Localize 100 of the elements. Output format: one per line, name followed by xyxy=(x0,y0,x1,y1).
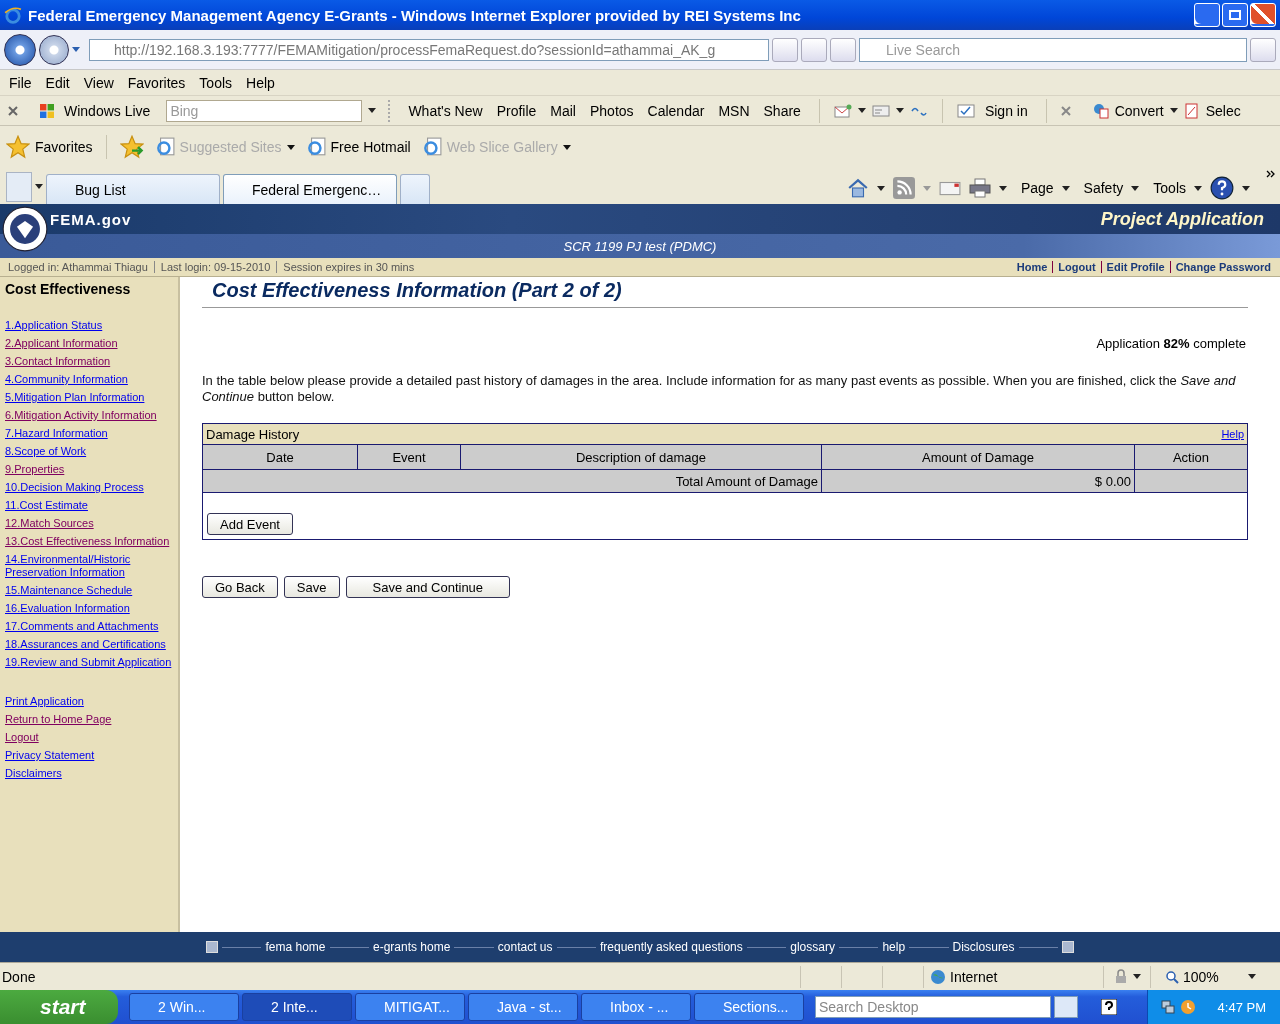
menu-item[interactable]: Edit xyxy=(38,74,77,91)
footer-link[interactable]: e-grants home xyxy=(372,940,451,954)
sidebar-link[interactable]: 14.Environmental/Historic Preservation Information xyxy=(5,553,178,579)
sidebar-link[interactable]: 18.Assurances and Certifications xyxy=(5,638,178,651)
web-page-icon[interactable] xyxy=(305,137,326,157)
forward-button[interactable] xyxy=(39,34,69,65)
home-icon[interactable] xyxy=(846,177,869,199)
search-field[interactable]: Live Search xyxy=(859,37,1247,62)
favorites-button[interactable]: Favorites xyxy=(35,139,93,155)
header-link[interactable]: Edit Profile xyxy=(1100,261,1170,273)
form-button[interactable]: Go Back xyxy=(202,576,278,598)
form-button[interactable]: Save and Continue xyxy=(345,576,511,598)
caret-icon[interactable] xyxy=(1061,185,1070,191)
windows-flag-icon[interactable] xyxy=(40,103,54,118)
toolbar-link[interactable]: Profile xyxy=(492,102,541,119)
zoom-level[interactable]: 100% xyxy=(1183,968,1219,985)
header-link[interactable]: Home xyxy=(1011,261,1053,273)
globe-document-icon[interactable] xyxy=(1092,102,1109,119)
sidebar-link[interactable]: 6.Mitigation Activity Information xyxy=(5,409,178,422)
back-button[interactable] xyxy=(4,33,36,66)
sidebar-link[interactable]: 16.Evaluation Information xyxy=(5,602,178,615)
menu-item[interactable]: View xyxy=(76,74,121,91)
toolbar-link[interactable]: Share xyxy=(759,102,805,119)
help-icon[interactable] xyxy=(1101,999,1117,1015)
menu-item[interactable]: Favorites xyxy=(120,74,193,91)
document-icon[interactable] xyxy=(1183,102,1200,119)
close-icon[interactable] xyxy=(8,105,18,116)
help-link[interactable]: Help xyxy=(1221,428,1244,440)
bing-search-field[interactable]: Bing xyxy=(166,99,363,122)
sidebar-link[interactable]: 4.Community Information xyxy=(5,373,178,386)
clock-icon[interactable] xyxy=(1179,999,1196,1015)
sidebar-link[interactable]: 2.Applicant Information xyxy=(5,337,178,350)
header-link[interactable]: Logout xyxy=(1052,261,1101,273)
sidebar-link[interactable]: Return to Home Page xyxy=(5,713,178,726)
sidebar-link[interactable]: 3.Contact Information xyxy=(5,355,178,368)
minimize-button[interactable] xyxy=(1194,3,1220,27)
caret-icon[interactable] xyxy=(368,108,377,113)
menu-item[interactable]: Help xyxy=(239,74,282,91)
caret-icon[interactable] xyxy=(895,108,904,113)
caret-icon[interactable] xyxy=(1242,185,1250,191)
caret-icon[interactable] xyxy=(857,108,866,113)
browser-tab[interactable]: Federal Emergenc… xyxy=(223,174,397,204)
toolbar-link[interactable]: Photos xyxy=(586,102,638,119)
checklist-icon[interactable] xyxy=(956,102,975,119)
favorites-link[interactable]: Free Hotmail xyxy=(330,139,411,155)
more-chevron-icon[interactable] xyxy=(1266,170,1276,178)
caret-icon[interactable] xyxy=(35,183,43,189)
rss-feed-icon[interactable] xyxy=(892,177,915,199)
taskbar-button[interactable]: 2 Inte... xyxy=(242,993,352,1021)
sidebar-link[interactable]: 19.Review and Submit Application xyxy=(5,656,178,669)
restore-button[interactable] xyxy=(1222,3,1248,27)
caret-icon[interactable] xyxy=(1133,974,1141,979)
toolbar-link[interactable]: MSN xyxy=(714,102,754,119)
envelope-icon[interactable] xyxy=(833,102,852,119)
windows-live-link[interactable]: Windows Live xyxy=(60,102,155,119)
sidebar-link[interactable]: 1.Application Status xyxy=(5,319,178,332)
address-field[interactable]: http://192.168.3.193:7777/FEMAMitigation/processFemaRequest.do?sessionId=athammai_AK_g xyxy=(89,38,769,61)
form-button[interactable]: Save xyxy=(283,576,340,598)
sign-in-link[interactable]: Sign in xyxy=(980,102,1032,119)
taskbar-button[interactable]: Inbox - ... xyxy=(581,993,691,1021)
menu-item[interactable]: File xyxy=(2,74,39,91)
footer-link[interactable]: contact us xyxy=(497,940,553,954)
sidebar-link[interactable]: 13.Cost Effectiveness Information xyxy=(5,535,178,548)
web-page-icon[interactable] xyxy=(154,137,175,157)
zoom-icon[interactable] xyxy=(1165,969,1179,984)
toolbar-link[interactable]: Calendar xyxy=(643,102,709,119)
header-link[interactable]: Change Password xyxy=(1169,261,1276,273)
sidebar-link[interactable]: 11.Cost Estimate xyxy=(5,499,178,512)
footer-link[interactable]: fema home xyxy=(265,940,326,954)
command-menu[interactable]: Tools xyxy=(1153,180,1186,196)
sidebar-link[interactable]: 10.Decision Making Process xyxy=(5,481,178,494)
sidebar-link[interactable]: Disclaimers xyxy=(5,767,178,780)
taskbar-button[interactable]: Sections... xyxy=(694,993,804,1021)
sidebar-link[interactable]: 17.Comments and Attachments xyxy=(5,620,178,633)
convert-button[interactable]: Convert xyxy=(1114,102,1164,119)
command-menu[interactable]: Safety xyxy=(1083,180,1124,196)
desktop-search-field[interactable]: Search Desktop xyxy=(815,996,1051,1018)
help-icon[interactable] xyxy=(1210,176,1234,200)
sidebar-link[interactable]: 12.Match Sources xyxy=(5,517,178,530)
web-page-icon[interactable] xyxy=(421,137,442,157)
footer-link[interactable]: help xyxy=(882,940,906,954)
footer-link[interactable]: frequently asked questions xyxy=(600,940,743,954)
sidebar-link[interactable]: 7.Hazard Information xyxy=(5,427,178,440)
caret-icon[interactable] xyxy=(876,185,885,191)
sidebar-link[interactable]: 15.Maintenance Schedule xyxy=(5,584,178,597)
command-menu[interactable]: Page xyxy=(1020,180,1054,196)
close-icon[interactable] xyxy=(1060,105,1071,116)
add-event-button[interactable]: Add Event xyxy=(207,513,293,535)
browser-tab[interactable]: Bug List xyxy=(46,174,220,204)
sidebar-link[interactable]: Print Application xyxy=(5,695,178,708)
taskbar-button[interactable]: Java - st... xyxy=(468,993,578,1021)
toolbar-link[interactable]: Mail xyxy=(546,102,580,119)
caret-icon[interactable] xyxy=(1169,108,1178,113)
star-icon[interactable] xyxy=(6,135,30,159)
sidebar-link[interactable]: 8.Scope of Work xyxy=(5,445,178,458)
print-icon[interactable] xyxy=(968,177,991,199)
caret-icon[interactable] xyxy=(1248,974,1256,979)
taskbar-button[interactable]: 2 Win... xyxy=(129,993,239,1021)
select-button[interactable]: Selec xyxy=(1205,102,1241,119)
close-button[interactable] xyxy=(1250,3,1276,27)
